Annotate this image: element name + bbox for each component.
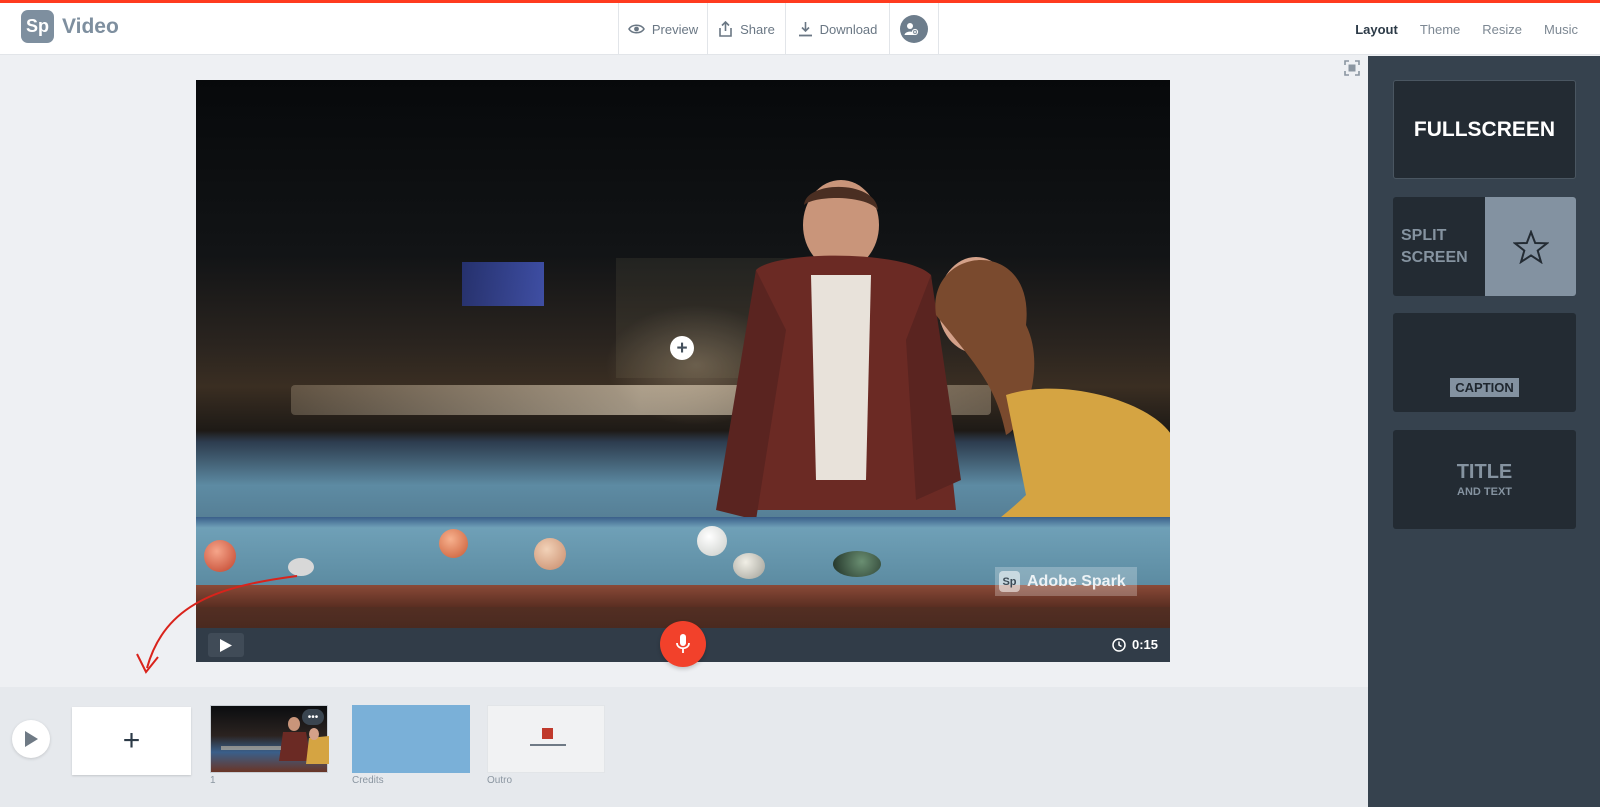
add-media-button[interactable]: + [670,336,694,360]
top-bar: Sp Video Preview Share Download Layout T… [0,3,1600,55]
share-icon [719,21,732,37]
fit-to-screen-icon[interactable] [1344,60,1360,81]
layout-fullscreen[interactable]: FULLSCREEN [1393,80,1576,179]
download-icon [798,22,812,37]
preview-button[interactable]: Preview [618,3,707,55]
outro-slide[interactable] [487,705,605,773]
download-label: Download [819,21,878,37]
adobe-spark-watermark: Sp Adobe Spark [995,567,1137,596]
layout-title-and-text[interactable]: TITLE AND TEXT [1393,430,1576,529]
duration-text: 0:15 [1131,637,1158,652]
panel-tabs: Layout Theme Resize Music [1355,3,1578,55]
slide-more-button[interactable]: ••• [302,709,324,725]
slide-number: 1 [210,775,216,786]
tab-theme[interactable]: Theme [1420,22,1460,37]
credits-caption: Credits [352,775,384,786]
timeline-play-button[interactable] [12,720,50,758]
split-label-line1: SPLIT [1401,226,1447,244]
outro-caption: Outro [487,775,513,786]
preview-label: Preview [651,21,699,37]
play-icon [25,731,38,747]
star-icon [1512,229,1549,264]
duration-display: 0:15 [1112,637,1158,652]
title-label: TITLE [1456,461,1513,483]
pool-ball [439,529,468,558]
background-tv [462,262,544,306]
eye-icon [627,24,645,34]
share-label: Share [740,21,775,37]
layout-caption[interactable]: CAPTION [1393,313,1576,412]
tab-resize[interactable]: Resize [1482,22,1522,37]
layout-split-screen[interactable]: SPLIT SCREEN [1393,197,1576,296]
download-button[interactable]: Download [785,3,889,55]
share-button[interactable]: Share [707,3,785,55]
logo-badge: Sp [21,10,54,43]
title-sub-label: AND TEXT [1457,486,1512,498]
timeline: + ••• 1 Credits Outro [0,687,1368,807]
caption-label: CAPTION [1450,378,1519,397]
add-user-icon [900,15,928,43]
add-slide-button[interactable]: + [72,707,191,775]
app-logo[interactable]: Sp Video [21,10,119,43]
watermark-badge: Sp [999,571,1020,592]
pool-ball [833,551,881,577]
collaborate-button[interactable] [889,3,939,55]
tab-layout[interactable]: Layout [1355,22,1398,37]
layout-panel: FULLSCREEN SPLIT SCREEN CAPTION TITLE AN… [1368,56,1600,807]
record-voice-button[interactable] [660,621,706,667]
credits-slide[interactable] [352,705,470,773]
pool-ball [733,553,765,579]
split-label-line2: SCREEN [1401,248,1468,266]
app-title: Video [62,14,119,38]
tab-music[interactable]: Music [1544,22,1578,37]
pool-ball [534,538,566,570]
outro-logo-icon [530,728,566,746]
split-screen-label: SPLIT SCREEN [1393,197,1485,296]
pool-ball [697,526,727,556]
watermark-text: Adobe Spark [1027,572,1126,590]
microphone-icon [676,634,690,653]
slide-thumbnail[interactable]: ••• [210,705,329,773]
video-preview[interactable]: + Sp Adobe Spark [196,80,1170,628]
split-screen-media [1485,197,1576,296]
annotation-arrow [136,575,298,674]
clock-icon [1112,637,1126,652]
